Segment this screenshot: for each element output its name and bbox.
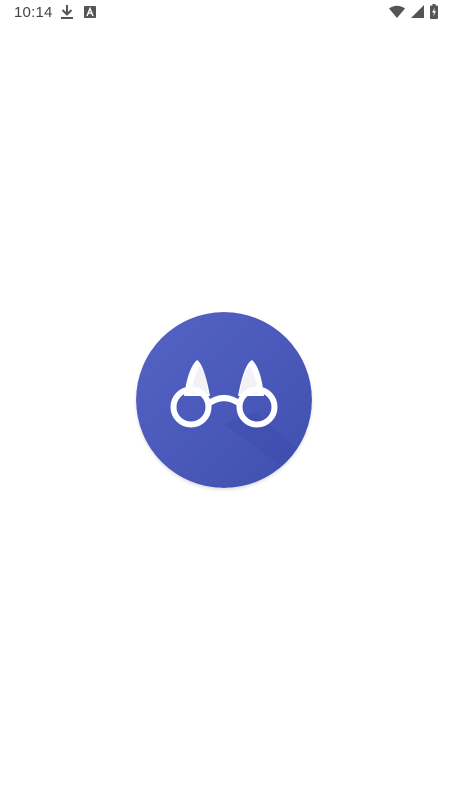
signal-icon [411,5,424,18]
a-notification-icon [84,6,96,18]
download-icon [60,4,74,20]
status-notification-icons [60,4,96,20]
wifi-icon [389,5,405,19]
status-time: 10:14 [14,4,53,21]
binoculars-icon [136,312,312,488]
status-bar: 10:14 [0,0,450,26]
battery-charging-icon [430,4,438,19]
status-system-icons [389,4,438,19]
splash-screen [0,26,450,800]
